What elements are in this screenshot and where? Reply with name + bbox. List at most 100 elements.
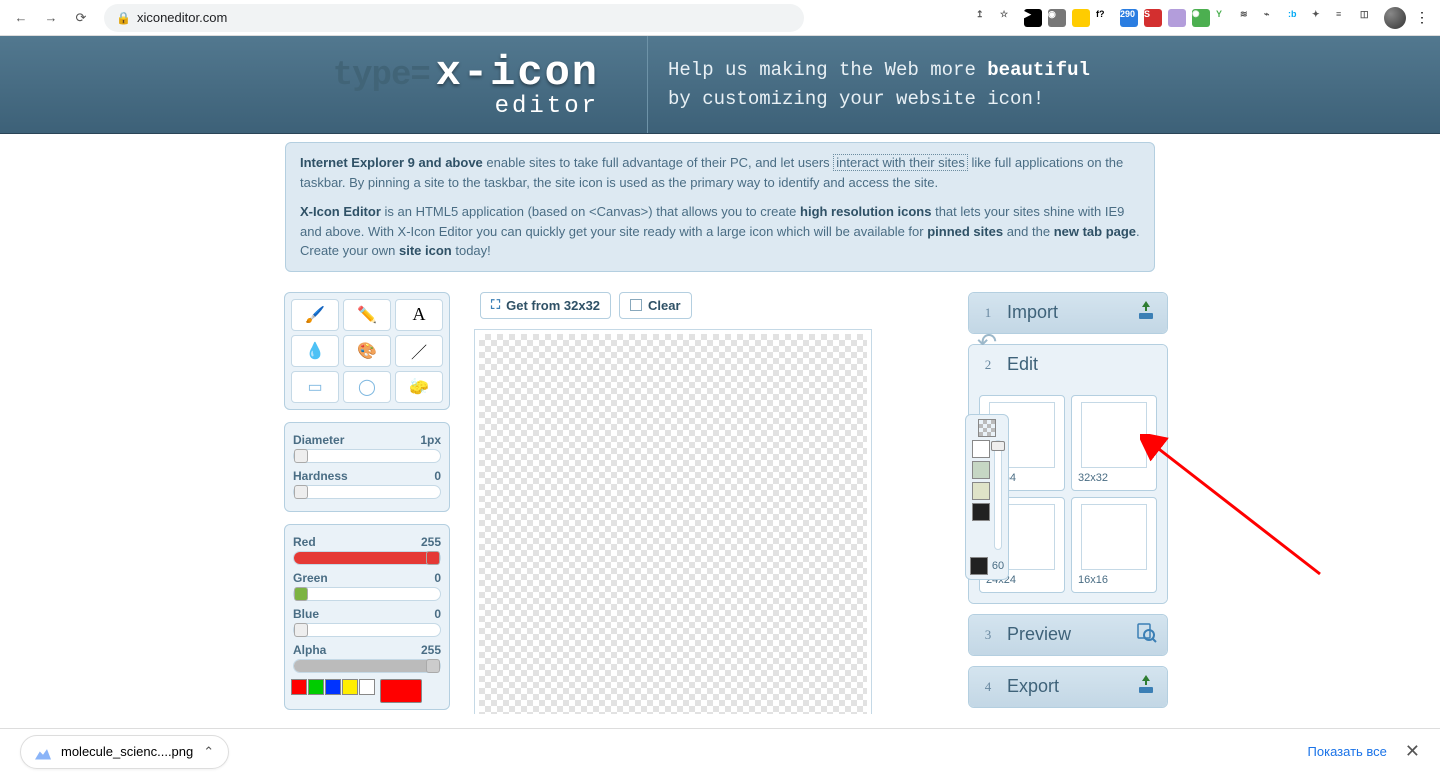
extension-icon[interactable]: Y <box>1216 9 1234 27</box>
size-option[interactable]: 32x32 <box>1071 395 1157 491</box>
extension-icon[interactable]: S <box>1144 9 1162 27</box>
intro-bold-4: pinned sites <box>927 224 1003 239</box>
step-export-head[interactable]: 4 Export <box>969 667 1167 707</box>
step-edit-head[interactable]: 2 Edit <box>969 345 1167 385</box>
green-value: 0 <box>434 571 441 585</box>
address-bar[interactable]: 🔒 xiconeditor.com <box>104 4 804 32</box>
mini-swatch[interactable] <box>972 482 990 500</box>
download-filename: molecule_scienc....png <box>61 744 193 759</box>
ellipse-icon[interactable]: ◯ <box>343 371 391 403</box>
extension-icon[interactable]: ⌁ <box>1264 9 1282 27</box>
extension-icon[interactable]: 290 <box>1120 9 1138 27</box>
size-preview <box>1081 402 1147 468</box>
hardness-label: Hardness <box>293 469 348 483</box>
red-label: Red <box>293 535 316 549</box>
import-icon <box>1135 299 1157 327</box>
line-icon[interactable]: ／ <box>395 335 443 367</box>
header-logo-area: type=x-icon editor <box>0 36 648 133</box>
blue-slider[interactable] <box>293 623 441 637</box>
avatar[interactable] <box>1384 7 1406 29</box>
get-from-button[interactable]: ⛶ Get from 32x32 <box>480 292 611 319</box>
extension-icon[interactable]: ▶ <box>1024 9 1042 27</box>
intro-link[interactable]: interact with their sites <box>833 154 968 171</box>
tagline-1b: beautiful <box>987 59 1090 81</box>
size-option[interactable]: 16x16 <box>1071 497 1157 593</box>
mini-color-column <box>972 440 990 524</box>
diameter-label: Diameter <box>293 433 344 447</box>
alpha-slider[interactable] <box>293 659 441 673</box>
current-color-swatch[interactable] <box>380 679 422 703</box>
mini-swatch[interactable] <box>972 461 990 479</box>
color-swatch[interactable] <box>359 679 375 695</box>
step-import-head[interactable]: 1 Import <box>969 293 1167 333</box>
size-label: 16x16 <box>1078 574 1150 586</box>
blue-label: Blue <box>293 607 319 621</box>
extension-icon[interactable]: ✺ <box>1192 9 1210 27</box>
back-button[interactable]: ← <box>8 5 34 31</box>
download-chip[interactable]: molecule_scienc....png ⌃ <box>20 735 229 769</box>
reload-button[interactable]: ⟳ <box>68 5 94 31</box>
text-icon[interactable]: A <box>395 299 443 331</box>
color-swatch[interactable] <box>308 679 324 695</box>
color-swatch[interactable] <box>291 679 307 695</box>
intro-bold-5: new tab page <box>1054 224 1136 239</box>
show-all-link[interactable]: Показать все <box>1308 744 1387 759</box>
lock-icon: 🔒 <box>116 11 131 25</box>
step-preview-head[interactable]: 3 Preview <box>969 615 1167 655</box>
step-1-title: Import <box>1007 302 1125 323</box>
close-icon[interactable]: ✕ <box>1405 741 1420 762</box>
logo-prefix: type= <box>333 57 430 95</box>
mini-palette: 60 <box>965 414 1009 580</box>
logo-main: x-icon <box>436 49 599 97</box>
color-swatch[interactable] <box>325 679 341 695</box>
red-slider[interactable] <box>293 551 441 565</box>
extension-icon[interactable]: ◫ <box>1360 9 1378 27</box>
diameter-slider[interactable] <box>293 449 441 463</box>
size-label: 32x32 <box>1078 472 1150 484</box>
alpha-value: 255 <box>421 643 441 657</box>
diameter-value: 1px <box>420 433 441 447</box>
step-2-num: 2 <box>979 356 997 374</box>
step-export: 4 Export <box>968 666 1168 708</box>
extension-icon[interactable]: :b <box>1288 9 1306 27</box>
mini-swatch[interactable] <box>972 440 990 458</box>
mini-current-swatch[interactable] <box>970 557 988 575</box>
extension-icon[interactable]: ☆ <box>1000 9 1018 27</box>
workspace: 🖌️✏️A 💧🎨／ ▭◯🧽 Diameter 1px Hardness 0 Red 255… <box>270 292 1170 715</box>
extension-icon[interactable]: f? <box>1096 9 1114 27</box>
step-preview: 3 Preview <box>968 614 1168 656</box>
intro-bold-6: site icon <box>399 243 452 258</box>
center-column: ⛶ Get from 32x32 Clear ↶ ↷ <box>474 292 944 715</box>
left-column: 🖌️✏️A 💧🎨／ ▭◯🧽 Diameter 1px Hardness 0 Red 255… <box>284 292 450 710</box>
green-slider[interactable] <box>293 587 441 601</box>
extension-icon[interactable]: ≋ <box>1240 9 1258 27</box>
color-panel: Red255 Green0 Blue0 Alpha255 <box>284 524 450 710</box>
eyedropper-icon[interactable]: 💧 <box>291 335 339 367</box>
rectangle-icon[interactable]: ▭ <box>291 371 339 403</box>
brush-icon[interactable]: 🖌️ <box>291 299 339 331</box>
extension-icon[interactable]: ≡ <box>1336 9 1354 27</box>
extension-icon[interactable]: ✦ <box>1312 9 1330 27</box>
transparency-swatch[interactable] <box>978 419 996 437</box>
extension-icon[interactable]: ↥ <box>976 9 994 27</box>
mini-slider[interactable] <box>994 440 1002 550</box>
hardness-slider[interactable] <box>293 485 441 499</box>
clear-button[interactable]: Clear <box>619 292 692 319</box>
intro-t5: and the <box>1003 224 1054 239</box>
intro-t3: is an HTML5 application (based on <Canva… <box>381 204 800 219</box>
forward-button[interactable]: → <box>38 5 64 31</box>
extension-icon[interactable] <box>1072 9 1090 27</box>
eraser-icon[interactable]: 🧽 <box>395 371 443 403</box>
pencil-icon[interactable]: ✏️ <box>343 299 391 331</box>
main-canvas[interactable] <box>474 329 872 715</box>
intro-t1: enable sites to take full advantage of t… <box>483 155 834 170</box>
color-swatch[interactable] <box>342 679 358 695</box>
extension-icon[interactable] <box>1168 9 1186 27</box>
mini-swatch[interactable] <box>972 503 990 521</box>
get-from-label: Get from 32x32 <box>506 298 600 313</box>
alpha-label: Alpha <box>293 643 326 657</box>
bucket-icon[interactable]: 🎨 <box>343 335 391 367</box>
kebab-menu-icon[interactable]: ⋮ <box>1412 8 1432 28</box>
extension-icon[interactable]: ◉ <box>1048 9 1066 27</box>
intro-bold-1: Internet Explorer 9 and above <box>300 155 483 170</box>
